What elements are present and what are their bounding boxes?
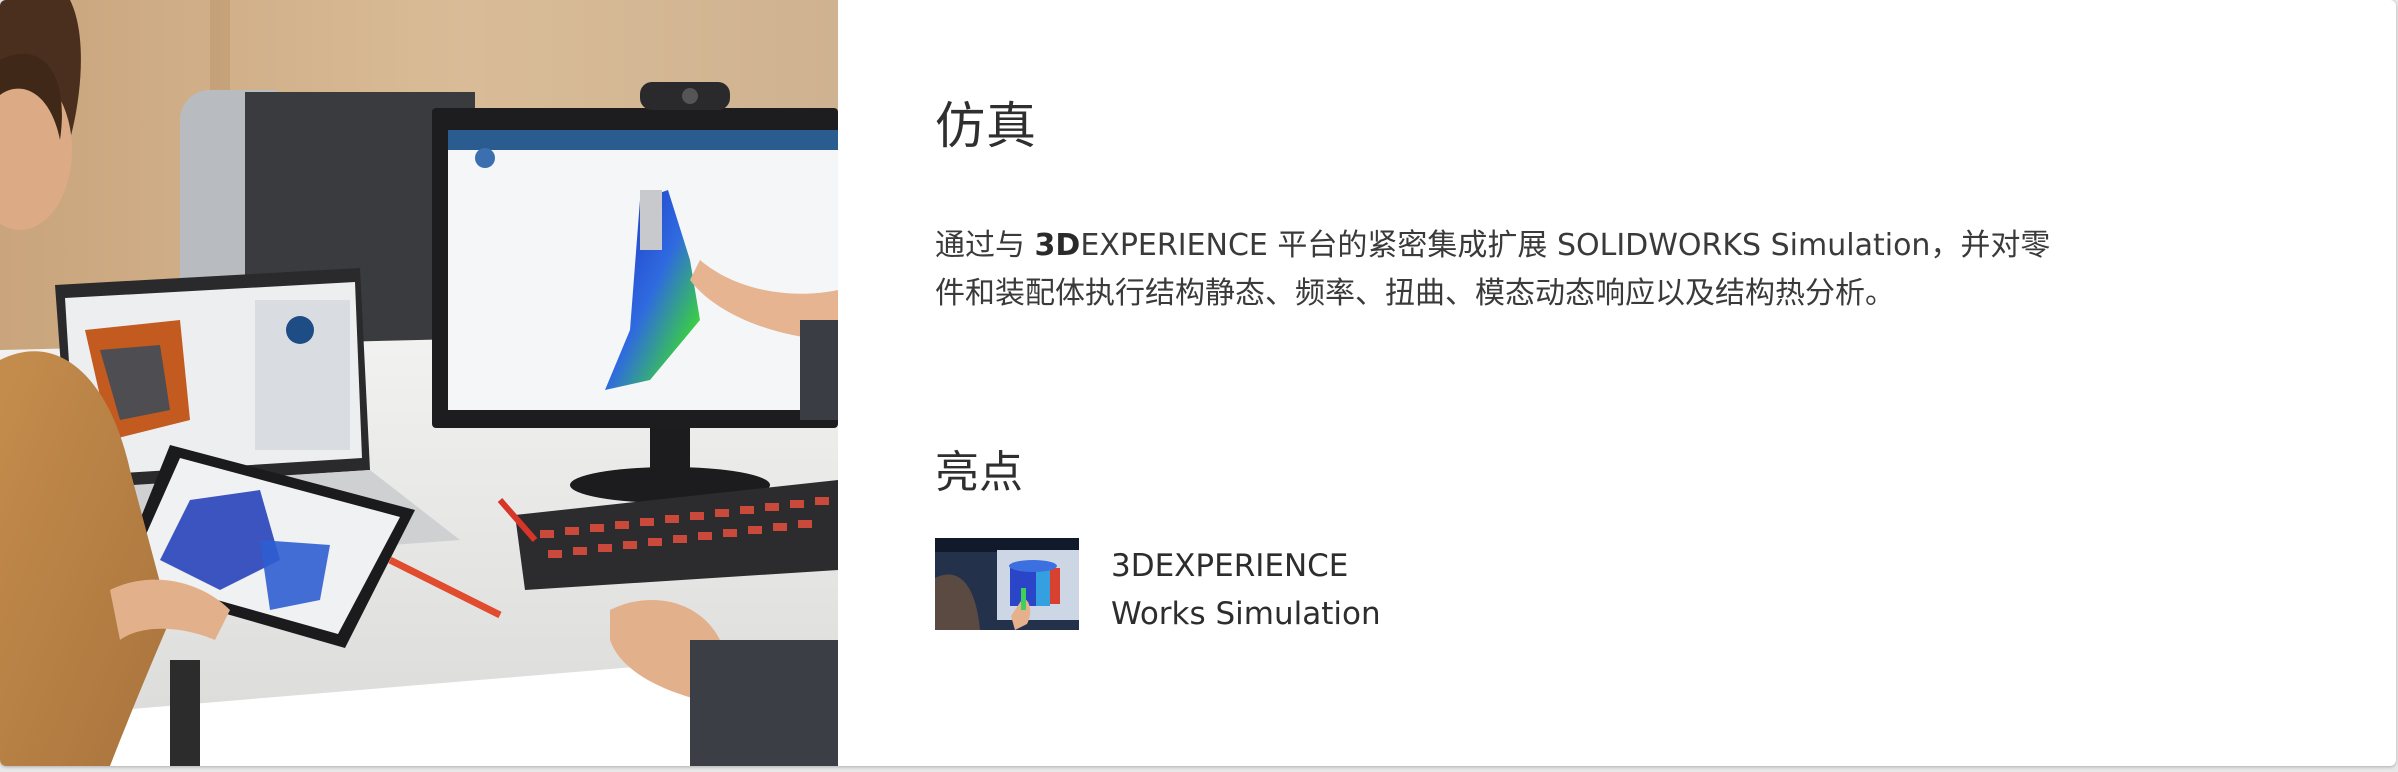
- highlight-text[interactable]: 3DEXPERIENCE Works Simulation: [1111, 542, 1381, 638]
- hero-image: [0, 0, 838, 766]
- highlight-thumbnail[interactable]: [935, 538, 1079, 630]
- content-panel: 仿真 通过与 3DEXPERIENCE 平台的紧密集成扩展 SOLIDWORKS…: [935, 0, 2355, 766]
- description-rest: EXPERIENCE 平台的紧密集成扩展 SOLIDWORKS Simulati…: [935, 228, 2051, 311]
- section-title: 仿真: [935, 97, 1037, 155]
- highlight-line2[interactable]: Works Simulation: [1111, 590, 1381, 638]
- highlight-line1[interactable]: 3DEXPERIENCE: [1111, 542, 1381, 590]
- highlights-title: 亮点: [935, 447, 1023, 498]
- brand-3d-bold: 3D: [1034, 228, 1081, 263]
- section-description: 通过与 3DEXPERIENCE 平台的紧密集成扩展 SOLIDWORKS Si…: [935, 222, 2055, 318]
- highlight-item-works-simulation[interactable]: 3DEXPERIENCE Works Simulation: [935, 538, 1381, 638]
- simulation-card: 仿真 通过与 3DEXPERIENCE 平台的紧密集成扩展 SOLIDWORKS…: [0, 0, 2396, 766]
- description-prefix: 通过与: [935, 228, 1035, 263]
